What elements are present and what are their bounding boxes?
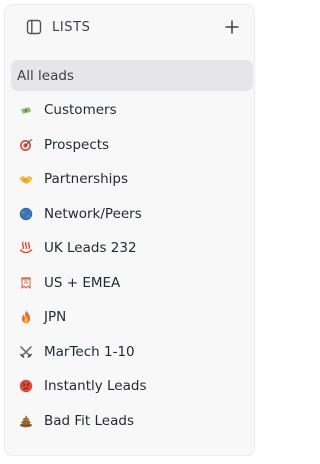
poop-icon (20, 415, 32, 427)
list-item-label: Network/Peers (44, 205, 142, 222)
list-item-martech[interactable]: MarTech 1-10 (11, 335, 253, 370)
list-item-customers[interactable]: Customers (11, 93, 253, 128)
list-item-uk-leads[interactable]: UK Leads 232 (11, 231, 253, 266)
list-item-network-peers[interactable]: Network/Peers (11, 197, 253, 232)
hot-springs-icon (19, 242, 33, 254)
list-item-label: US + EMEA (44, 274, 121, 291)
list-item-label: UK Leads 232 (44, 240, 137, 257)
list-item-label: JPN (44, 309, 67, 326)
target-icon (20, 138, 33, 151)
handshake-icon (19, 176, 33, 185)
lists-title: LISTS (52, 20, 91, 35)
angry-face-icon (19, 380, 33, 393)
sidebar-toggle-icon[interactable] (26, 19, 42, 35)
lists-sidebar: LISTS All leads Customers Prospects Part… (4, 4, 255, 456)
plus-icon[interactable] (220, 15, 244, 39)
list-item-jpn[interactable]: JPN (11, 300, 253, 335)
list-item-label: Instantly Leads (44, 378, 147, 395)
list-item-label: Prospects (44, 136, 110, 153)
list-item-us-emea[interactable]: US + EMEA (11, 266, 253, 301)
banner-icon (21, 276, 31, 289)
list-item-label: Bad Fit Leads (44, 412, 134, 429)
list-item-instantly-leads[interactable]: Instantly Leads (11, 369, 253, 404)
globe-icon (19, 207, 33, 220)
fire-icon (21, 311, 31, 324)
crossed-swords-icon (20, 345, 32, 358)
list-item-all-leads[interactable]: All leads (11, 60, 253, 91)
list-item-label: MarTech 1-10 (44, 343, 135, 360)
lists-items: All leads Customers Prospects Partnershi… (11, 60, 254, 438)
list-item-prospects[interactable]: Prospects (11, 128, 253, 163)
lists-header: LISTS (5, 5, 254, 51)
list-item-partnerships[interactable]: Partnerships (11, 162, 253, 197)
list-item-bad-fit-leads[interactable]: Bad Fit Leads (11, 404, 253, 439)
money-wings-icon (20, 107, 32, 114)
list-item-label: All leads (17, 67, 74, 84)
list-item-label: Customers (44, 102, 117, 119)
list-item-label: Partnerships (44, 171, 129, 188)
